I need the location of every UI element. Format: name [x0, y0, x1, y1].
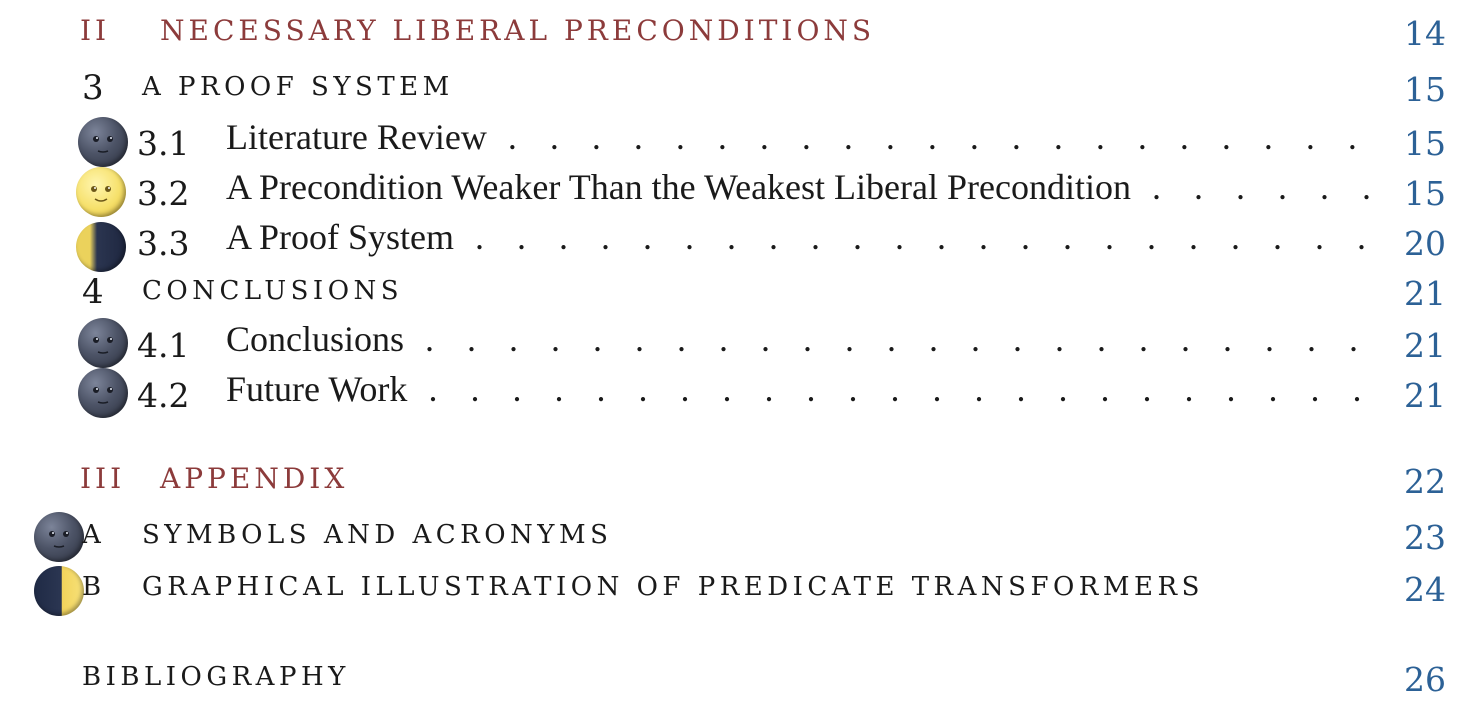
toc-section-3-1[interactable]: 3.1 Literature Review 15 [0, 114, 1474, 167]
full-moon-face-icon [76, 167, 126, 217]
new-moon-face-icon [78, 318, 128, 368]
bibliography-title: BIBLIOGRAPHY [82, 662, 350, 692]
first-quarter-moon-icon [34, 566, 84, 616]
page-number: 14 [1404, 14, 1446, 53]
new-moon-face-icon [78, 117, 128, 167]
waning-crescent-moon-icon [76, 222, 126, 272]
page-number: 22 [1404, 462, 1446, 501]
page-number: 24 [1404, 570, 1446, 609]
toc-part-3[interactable]: III APPENDIX 22 [0, 462, 1474, 506]
page-number: 21 [1404, 376, 1446, 415]
section-title: Future Work [226, 368, 1376, 410]
part-title: APPENDIX [160, 462, 349, 495]
toc-chapter-3[interactable]: 3 A PROOF SYSTEM 15 [0, 66, 1474, 114]
chapter-number: 3 [82, 68, 104, 108]
toc-bibliography[interactable]: BIBLIOGRAPHY 26 [0, 656, 1474, 704]
chapter-title: CONCLUSIONS [142, 276, 404, 306]
part-number: II [80, 14, 111, 47]
page-number: 21 [1404, 326, 1446, 365]
section-title: A Proof System [226, 216, 1376, 258]
chapter-title: A PROOF SYSTEM [142, 72, 454, 102]
section-title: Literature Review [226, 116, 1376, 158]
page-number: 23 [1404, 518, 1446, 557]
page-number: 26 [1404, 660, 1446, 699]
page-number: 15 [1404, 70, 1446, 109]
toc-appendix-a[interactable]: A SYMBOLS AND ACRONYMS 23 [0, 510, 1474, 562]
part-number: III [80, 462, 126, 495]
toc-appendix-b[interactable]: B GRAPHICAL ILLUSTRATION OF PREDICATE TR… [0, 562, 1474, 616]
toc-section-4-2[interactable]: 4.2 Future Work 21 [0, 366, 1474, 418]
toc-chapter-4[interactable]: 4 CONCLUSIONS 21 [0, 272, 1474, 320]
toc-part-2[interactable]: II NECESSARY LIBERAL PRECONDITIONS 14 [0, 14, 1474, 58]
section-number: 4.1 [137, 326, 190, 365]
toc-section-3-2[interactable]: 3.2 A Precondition Weaker Than the Weake… [0, 164, 1474, 217]
page-number: 15 [1404, 174, 1446, 213]
new-moon-face-icon [78, 368, 128, 418]
toc-section-4-1[interactable]: 4.1 Conclusions 21 [0, 316, 1474, 368]
appendix-title: SYMBOLS AND ACRONYMS [142, 520, 613, 550]
section-number: 3.3 [137, 224, 190, 263]
new-moon-face-icon [34, 512, 84, 562]
toc-section-3-3[interactable]: 3.3 A Proof System 20 [0, 214, 1474, 272]
section-title: Conclusions [226, 318, 1376, 360]
part-title: NECESSARY LIBERAL PRECONDITIONS [160, 14, 876, 47]
section-number: 3.1 [137, 124, 190, 163]
page-number: 21 [1404, 274, 1446, 313]
chapter-number: 4 [82, 272, 104, 312]
appendix-letter: A [82, 520, 106, 550]
page-number: 15 [1404, 124, 1446, 163]
page-number: 20 [1404, 224, 1446, 263]
section-title: A Precondition Weaker Than the Weakest L… [226, 166, 1376, 208]
section-number: 4.2 [137, 376, 190, 415]
appendix-letter: B [82, 572, 106, 602]
appendix-title: GRAPHICAL ILLUSTRATION OF PREDICATE TRAN… [142, 572, 1204, 602]
section-number: 3.2 [137, 174, 190, 213]
